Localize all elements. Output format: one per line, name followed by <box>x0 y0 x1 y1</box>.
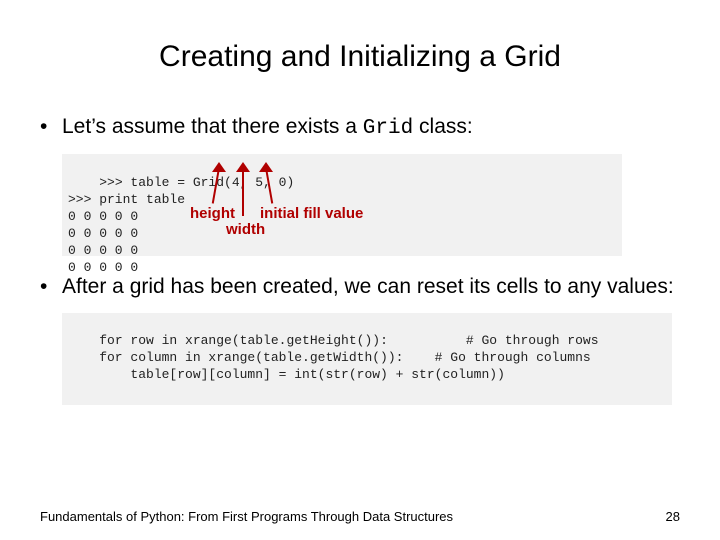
bullet-1-code: Grid <box>363 117 413 140</box>
slide-title: Creating and Initializing a Grid <box>40 40 680 74</box>
code-block-2: for row in xrange(table.getHeight()): # … <box>62 313 672 405</box>
arrow-width-shaft <box>242 168 244 216</box>
bullet-1: Let’s assume that there exists a Grid cl… <box>40 114 680 142</box>
arrow-fill-head <box>259 162 273 172</box>
arrow-width-head <box>236 162 250 172</box>
arrow-height-head <box>212 162 226 172</box>
code-block-1: >>> table = Grid(4, 5, 0) >>> print tabl… <box>62 154 622 256</box>
bullet-2: After a grid has been created, we can re… <box>40 274 680 300</box>
slide: Creating and Initializing a Grid Let’s a… <box>0 0 720 540</box>
bullet-1-text-suffix: class: <box>413 115 473 138</box>
annot-fill: initial fill value <box>260 204 363 224</box>
bullet-1-text-prefix: Let’s assume that there exists a <box>62 115 363 138</box>
footer-left: Fundamentals of Python: From First Progr… <box>40 509 453 524</box>
footer-page-number: 28 <box>666 509 680 524</box>
slide-footer: Fundamentals of Python: From First Progr… <box>40 509 680 524</box>
bullet-2-text: After a grid has been created, we can re… <box>62 275 674 298</box>
annot-width: width <box>226 220 265 240</box>
code-block-2-text: for row in xrange(table.getHeight()): # … <box>68 333 599 382</box>
